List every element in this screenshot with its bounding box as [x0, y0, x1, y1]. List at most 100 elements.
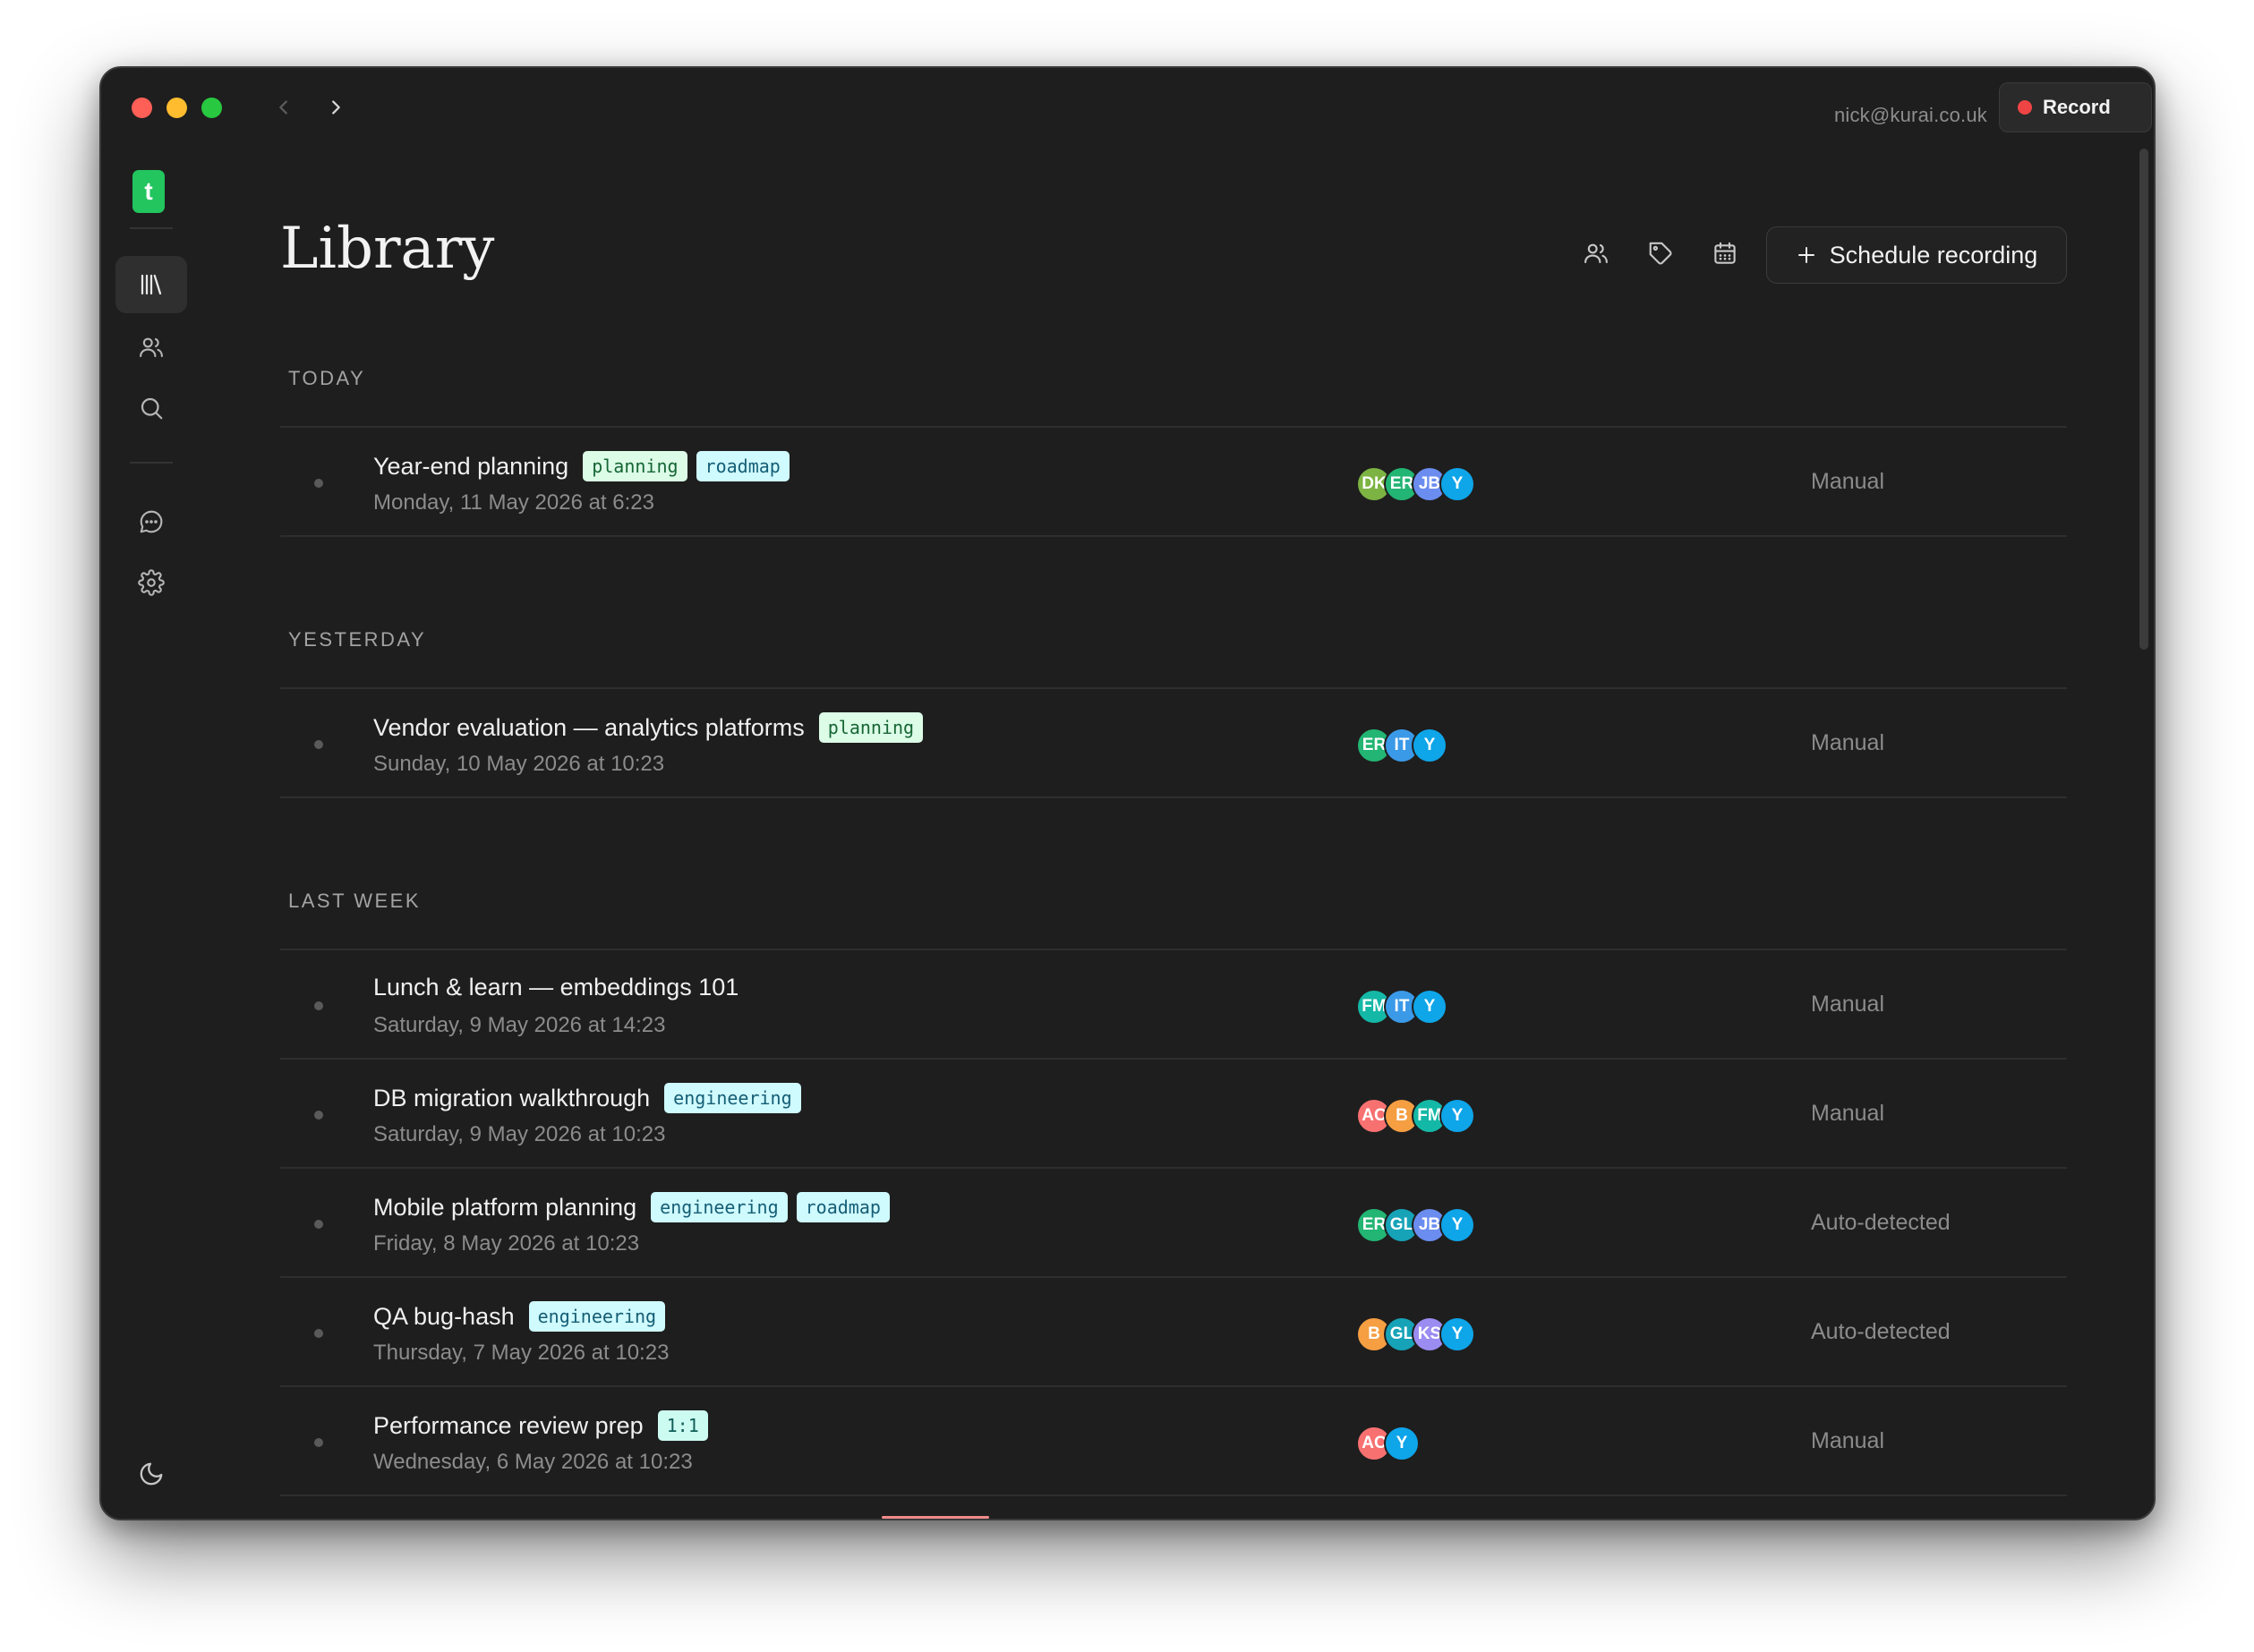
library-icon — [141, 274, 162, 295]
row-title-line: Year-end planning planning roadmap — [373, 451, 790, 481]
sidebar-item-settings[interactable] — [115, 554, 187, 611]
back-button[interactable] — [269, 93, 298, 122]
recording-date: Sunday, 10 May 2026 at 10:23 — [373, 752, 665, 776]
recording-row[interactable]: Performance review prep 1:1 Wednesday, 6… — [280, 1387, 2067, 1494]
recording-source: Manual — [1811, 1428, 1884, 1453]
tag-badge[interactable]: roadmap — [696, 451, 790, 481]
forward-button[interactable] — [321, 93, 350, 122]
people-filter-icon — [1584, 243, 1608, 264]
theme-toggle-button[interactable] — [133, 1456, 169, 1492]
minimize-window-button[interactable] — [166, 98, 187, 118]
sidebar-item-search[interactable] — [115, 379, 187, 437]
record-label: Record — [2043, 96, 2111, 118]
recording-source: Manual — [1811, 1101, 1884, 1126]
sidebar: t — [101, 158, 200, 1519]
recording-date: Thursday, 7 May 2026 at 10:23 — [373, 1341, 670, 1365]
tag-filter-icon — [1649, 242, 1672, 265]
recording-title: Year-end planning — [373, 452, 569, 480]
account-email: nick@kurai.co.uk — [1833, 104, 1987, 126]
row-bullet — [314, 1111, 323, 1120]
scrollbar-thumb[interactable] — [2139, 149, 2148, 650]
recording-title: Vendor evaluation — analytics platforms — [373, 713, 805, 741]
tag-badge[interactable]: engineering — [528, 1301, 666, 1332]
moon-icon — [140, 1462, 163, 1486]
chevron-right-icon — [332, 100, 340, 115]
tag-badge[interactable]: 1:1 — [657, 1410, 708, 1441]
recording-date: Saturday, 9 May 2026 at 10:23 — [373, 1122, 666, 1146]
avatar: Y — [1439, 1316, 1475, 1352]
calendar-icon — [1714, 242, 1736, 264]
people-icon — [140, 337, 163, 358]
avatar: Y — [1439, 1098, 1475, 1134]
row-title-line: Lunch & learn — embeddings 101 — [373, 974, 744, 1001]
recording-row[interactable]: Mobile platform planning engineering roa… — [280, 1169, 2067, 1276]
window-controls — [132, 98, 222, 118]
recording-source: Manual — [1811, 730, 1884, 755]
sidebar-item-library[interactable] — [115, 256, 187, 313]
row-bullet — [314, 740, 323, 749]
gear-icon — [138, 569, 165, 596]
recording-row[interactable]: Vendor evaluation — analytics platforms … — [280, 689, 2067, 796]
sidebar-divider — [130, 227, 173, 229]
sidebar-item-people[interactable] — [115, 319, 187, 376]
tag-badge[interactable]: engineering — [651, 1192, 788, 1222]
close-window-button[interactable] — [132, 98, 152, 118]
row-bullet — [314, 479, 323, 488]
tag-badge[interactable]: engineering — [664, 1083, 801, 1113]
row-title-line: Performance review prep 1:1 — [373, 1410, 708, 1441]
recording-date: Wednesday, 6 May 2026 at 10:23 — [373, 1450, 693, 1474]
sidebar-item-chat[interactable] — [115, 493, 187, 550]
participant-avatars: AC B FM Y — [1356, 1098, 1475, 1134]
filter-date-button[interactable] — [1707, 235, 1743, 271]
row-title-line: DB migration walkthrough engineering — [373, 1083, 801, 1113]
filter-tags-button[interactable] — [1643, 235, 1678, 271]
recording-title: Performance review prep — [373, 1411, 644, 1439]
row-bullet — [314, 1329, 323, 1338]
tag-badge[interactable]: planning — [583, 451, 687, 481]
recording-title: Lunch & learn — embeddings 101 — [373, 974, 739, 1001]
avatar: Y — [1412, 728, 1447, 763]
recording-row[interactable]: DB migration walkthrough engineering Sat… — [280, 1060, 2067, 1167]
zoom-window-button[interactable] — [201, 98, 222, 118]
recording-row[interactable]: QA bug-hash engineering Thursday, 7 May … — [280, 1278, 2067, 1385]
search-icon — [141, 397, 163, 420]
recording-row[interactable]: Lunch & learn — embeddings 101 Saturday,… — [280, 950, 2067, 1058]
section-label-today: TODAY — [288, 367, 366, 389]
avatar: Y — [1439, 466, 1475, 502]
row-bullet — [314, 1001, 323, 1010]
page-title: Library — [280, 216, 495, 282]
recording-date: Friday, 8 May 2026 at 10:23 — [373, 1231, 640, 1256]
participant-avatars: B GL KS Y — [1356, 1316, 1475, 1352]
recording-title: Mobile platform planning — [373, 1193, 637, 1221]
divider — [280, 535, 2067, 537]
app-window: nick@kurai.co.uk Record t Library Schedu… — [99, 66, 2156, 1520]
recording-date: Saturday, 9 May 2026 at 14:23 — [373, 1013, 666, 1037]
participant-avatars: AC Y — [1356, 1426, 1420, 1461]
recording-source: Manual — [1811, 992, 1884, 1017]
row-title-line: Vendor evaluation — analytics platforms … — [373, 712, 924, 743]
schedule-recording-button[interactable]: Schedule recording — [1766, 226, 2067, 284]
plus-icon — [1797, 247, 1814, 263]
recording-row[interactable]: Year-end planning planning roadmap Monda… — [280, 428, 2067, 535]
avatar: Y — [1439, 1207, 1475, 1243]
recording-title: QA bug-hash — [373, 1302, 515, 1330]
recording-title: DB migration walkthrough — [373, 1084, 651, 1111]
chat-icon — [140, 510, 163, 533]
record-button[interactable]: Record — [1999, 82, 2152, 132]
row-bullet — [314, 1438, 323, 1447]
app-logo[interactable]: t — [132, 170, 165, 213]
divider — [280, 1494, 2067, 1496]
recording-source: Manual — [1811, 469, 1884, 494]
row-bullet — [314, 1220, 323, 1229]
tag-badge[interactable]: planning — [818, 712, 924, 743]
participant-avatars: ER IT Y — [1356, 728, 1447, 763]
row-title-line: Mobile platform planning engineering roa… — [373, 1192, 890, 1222]
filter-people-button[interactable] — [1578, 235, 1614, 271]
tag-badge[interactable]: roadmap — [796, 1192, 890, 1222]
schedule-recording-label: Schedule recording — [1829, 241, 2038, 268]
recording-date: Monday, 11 May 2026 at 6:23 — [373, 490, 654, 515]
recording-source: Auto-detected — [1811, 1319, 1951, 1344]
participant-avatars: DK ER JB Y — [1356, 466, 1475, 502]
participant-avatars: FM IT Y — [1356, 989, 1447, 1025]
avatar: Y — [1412, 989, 1447, 1025]
